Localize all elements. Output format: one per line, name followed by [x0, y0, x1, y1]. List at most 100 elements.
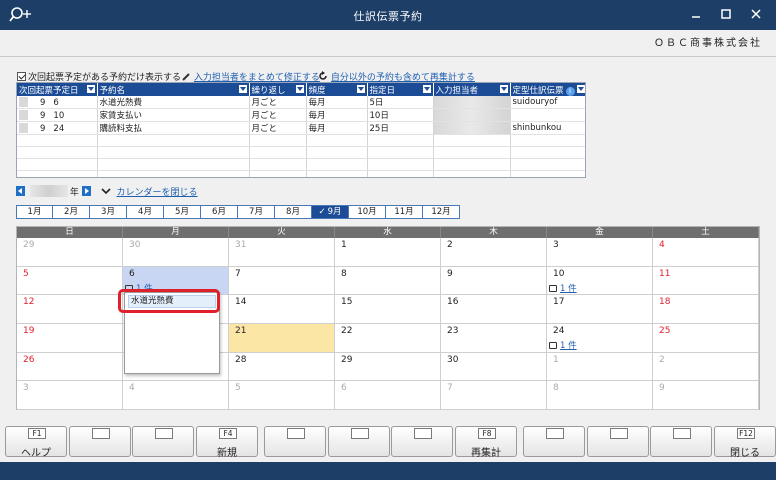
function-key-button[interactable]	[523, 426, 585, 457]
table-row[interactable]: 9 6 水道光熱費 月ごと 毎月 5日 suidouryof	[17, 96, 585, 109]
day-number: 9	[447, 268, 453, 279]
close-icon[interactable]	[749, 7, 763, 21]
dropdown-icon[interactable]	[422, 85, 431, 93]
calendar-day[interactable]: 5	[17, 266, 123, 296]
calendar-day[interactable]: 1	[547, 352, 653, 382]
table-row[interactable]	[17, 158, 585, 171]
function-key-button[interactable]	[264, 426, 326, 457]
calendar-day[interactable]: 6	[335, 381, 441, 411]
column-header[interactable]: 頻度	[306, 83, 368, 96]
month-tab[interactable]: 5月	[164, 205, 201, 219]
calendar-day[interactable]: 30	[441, 352, 547, 382]
table-row[interactable]	[17, 170, 585, 177]
calendar-day[interactable]: 3	[547, 238, 653, 267]
calendar-day[interactable]: 24 1 件	[547, 324, 653, 353]
function-key-button[interactable]	[650, 426, 712, 457]
function-key-button[interactable]: F8 再集計	[455, 426, 517, 459]
month-tab[interactable]: 1月	[16, 205, 53, 219]
column-header[interactable]: 入力担当者	[433, 83, 511, 96]
next-year-button[interactable]	[81, 186, 91, 196]
dropdown-icon[interactable]	[499, 85, 508, 93]
prev-year-button[interactable]	[16, 186, 25, 196]
reservation-count[interactable]: 1 件	[549, 282, 577, 294]
function-key-button[interactable]	[391, 426, 453, 457]
calendar-day[interactable]: 16	[441, 295, 547, 325]
table-row[interactable]	[17, 134, 585, 147]
calendar-day[interactable]: 22	[335, 324, 441, 353]
dropdown-icon[interactable]	[295, 85, 304, 93]
calendar-day[interactable]: 8	[335, 266, 441, 296]
reservation-count-link[interactable]: 1 件	[560, 284, 577, 294]
month-tab[interactable]: 11月	[386, 205, 423, 219]
column-header[interactable]: 指定日	[367, 83, 434, 96]
calendar-day[interactable]: 29	[17, 238, 123, 267]
table-row[interactable]	[17, 146, 585, 159]
calendar-day[interactable]: 18	[653, 295, 759, 325]
calendar-day[interactable]: 2	[653, 352, 759, 382]
month-tab[interactable]: 6月	[201, 205, 238, 219]
column-header[interactable]: 定型仕訳伝票 i	[510, 83, 585, 96]
reservation-count[interactable]: 1 件	[549, 339, 577, 351]
month-tab[interactable]: 7月	[238, 205, 275, 219]
function-key-button[interactable]	[69, 426, 131, 457]
month-tab[interactable]: 12月	[423, 205, 460, 219]
table-row[interactable]: 9 10 家賃支払い 月ごと 毎月 10日	[17, 108, 585, 122]
month-tab[interactable]: 10月	[349, 205, 386, 219]
function-key-button[interactable]: F4 新規	[196, 426, 258, 459]
close-calendar-link[interactable]: カレンダーを閉じる	[117, 188, 198, 198]
function-key-button[interactable]: F1 ヘルプ	[5, 426, 67, 459]
calendar-day[interactable]: 21	[229, 324, 335, 353]
table-row[interactable]: 9 24 購読料支払 月ごと 毎月 25日 shinbunkou	[17, 121, 585, 135]
calendar-day[interactable]: 19	[17, 324, 123, 353]
calendar-day[interactable]: 9	[441, 266, 547, 296]
function-key-button[interactable]	[328, 426, 390, 457]
minimize-icon[interactable]	[689, 7, 703, 21]
calendar-day[interactable]: 26	[17, 352, 123, 382]
calendar-day[interactable]: 28	[229, 352, 335, 382]
calendar-day[interactable]: 7	[441, 381, 547, 411]
calendar-day[interactable]: 7	[229, 266, 335, 296]
calendar-day[interactable]: 15	[335, 295, 441, 325]
month-tab[interactable]: 8月	[275, 205, 312, 219]
calendar-day[interactable]: 2	[441, 238, 547, 267]
dropdown-icon[interactable]	[86, 85, 95, 93]
calendar-day[interactable]: 12	[17, 295, 123, 325]
calendar-day[interactable]: 4	[653, 238, 759, 267]
column-header[interactable]: 繰り返し	[249, 83, 307, 96]
calendar-day[interactable]: 4	[123, 381, 229, 411]
calendar-day[interactable]: 3	[17, 381, 123, 411]
column-header[interactable]: 次回起票予定日	[17, 83, 98, 96]
show-only-checkbox[interactable]: 次回起票予定がある予約だけ表示する	[17, 70, 181, 83]
recount-option[interactable]: 自分以外の予約も含めて再集計する	[318, 70, 475, 83]
maximize-icon[interactable]	[719, 7, 733, 21]
column-header[interactable]: 予約名	[97, 83, 250, 96]
dropdown-icon[interactable]	[238, 85, 247, 93]
calendar-day[interactable]: 10 1 件	[547, 266, 653, 296]
calendar-day[interactable]: 8	[547, 381, 653, 411]
month-tab[interactable]: 2月	[53, 205, 90, 219]
dropdown-icon[interactable]	[356, 85, 365, 93]
month-tab[interactable]: 4月	[127, 205, 164, 219]
calendar-day[interactable]: 31	[229, 238, 335, 267]
reservation-count-link[interactable]: 1 件	[560, 341, 577, 351]
function-key-button[interactable]	[587, 426, 649, 457]
calendar-day[interactable]: 29	[335, 352, 441, 382]
calendar-day[interactable]: 23	[441, 324, 547, 353]
info-icon[interactable]: i	[565, 86, 575, 96]
function-key-button[interactable]: F12 閉じる	[714, 426, 776, 459]
chevron-down-icon[interactable]	[100, 187, 112, 196]
month-tab[interactable]: ✓ 9月	[312, 205, 349, 219]
calendar-day[interactable]: 30	[123, 238, 229, 267]
dropdown-icon[interactable]	[576, 85, 585, 93]
bulk-edit-option[interactable]: 入力担当者をまとめて修正する	[182, 70, 320, 83]
checkbox-checked[interactable]	[17, 72, 26, 81]
month-tab[interactable]: 3月	[90, 205, 127, 219]
calendar-day[interactable]: 17	[547, 295, 653, 325]
calendar-day[interactable]: 14	[229, 295, 335, 325]
calendar-day[interactable]: 1	[335, 238, 441, 267]
calendar-day[interactable]: 9	[653, 381, 759, 411]
function-key-button[interactable]	[132, 426, 194, 457]
calendar-day[interactable]: 11	[653, 266, 759, 296]
calendar-day[interactable]: 5	[229, 381, 335, 411]
calendar-day[interactable]: 25	[653, 324, 759, 353]
